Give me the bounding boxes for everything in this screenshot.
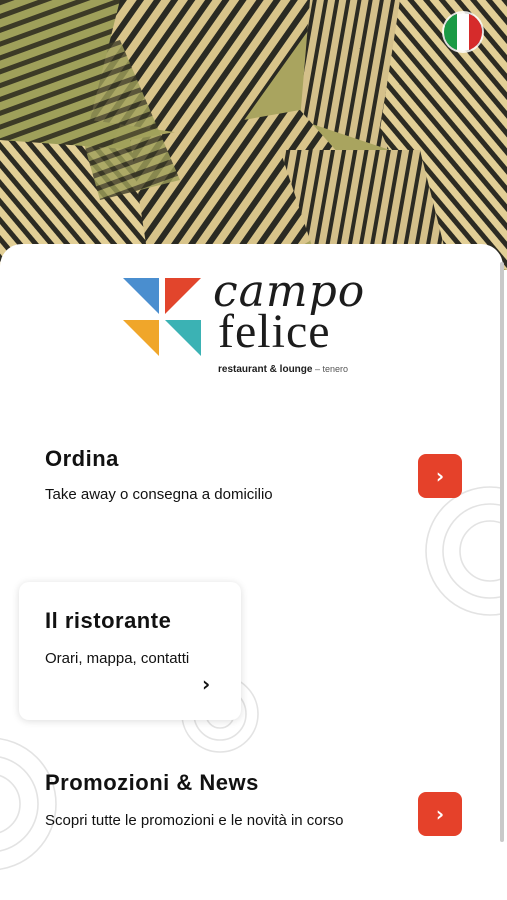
location-text: tenero [322, 364, 349, 374]
chevron-right-icon: › [435, 464, 445, 488]
ordina-subtitle: Take away o consegna a domicilio [45, 486, 273, 503]
promozioni-subtitle: Scopri tutte le promozioni e le novità i… [45, 812, 344, 829]
menu-item-promozioni[interactable]: Promozioni & News Scopri tutte le promoz… [45, 770, 375, 833]
ristorante-subtitle: Orari, mappa, contatti [45, 650, 190, 667]
logo-tagline: restaurant & lounge – tenero [218, 364, 348, 375]
menu-item-ristorante[interactable]: Il ristorante Orari, mappa, contatti › [19, 582, 241, 720]
chevron-right-icon: › [202, 672, 211, 696]
campo-felice-logo: campo felice restaurant & lounge – tener… [123, 266, 393, 384]
logo-mark-icon [123, 278, 201, 356]
promozioni-title: Promozioni & News [45, 770, 259, 795]
scrollbar[interactable] [500, 262, 504, 842]
hero-background-image [0, 0, 507, 270]
ordina-title: Ordina [45, 446, 119, 471]
ordina-arrow-button[interactable]: › [418, 454, 462, 498]
italian-flag-icon[interactable] [444, 13, 482, 51]
promozioni-arrow-button[interactable]: › [418, 792, 462, 836]
menu-item-ordina[interactable]: Ordina Take away o consegna a domicilio [45, 446, 395, 507]
content-card: campo felice restaurant & lounge – tener… [0, 244, 503, 900]
chevron-right-icon: › [435, 802, 445, 826]
tagline-dash: – [312, 364, 323, 374]
ristorante-title: Il ristorante [45, 608, 172, 633]
logo-word-felice: felice [218, 305, 331, 358]
tagline-text: restaurant & lounge [218, 364, 313, 375]
flag-stripe-white [456, 13, 470, 51]
